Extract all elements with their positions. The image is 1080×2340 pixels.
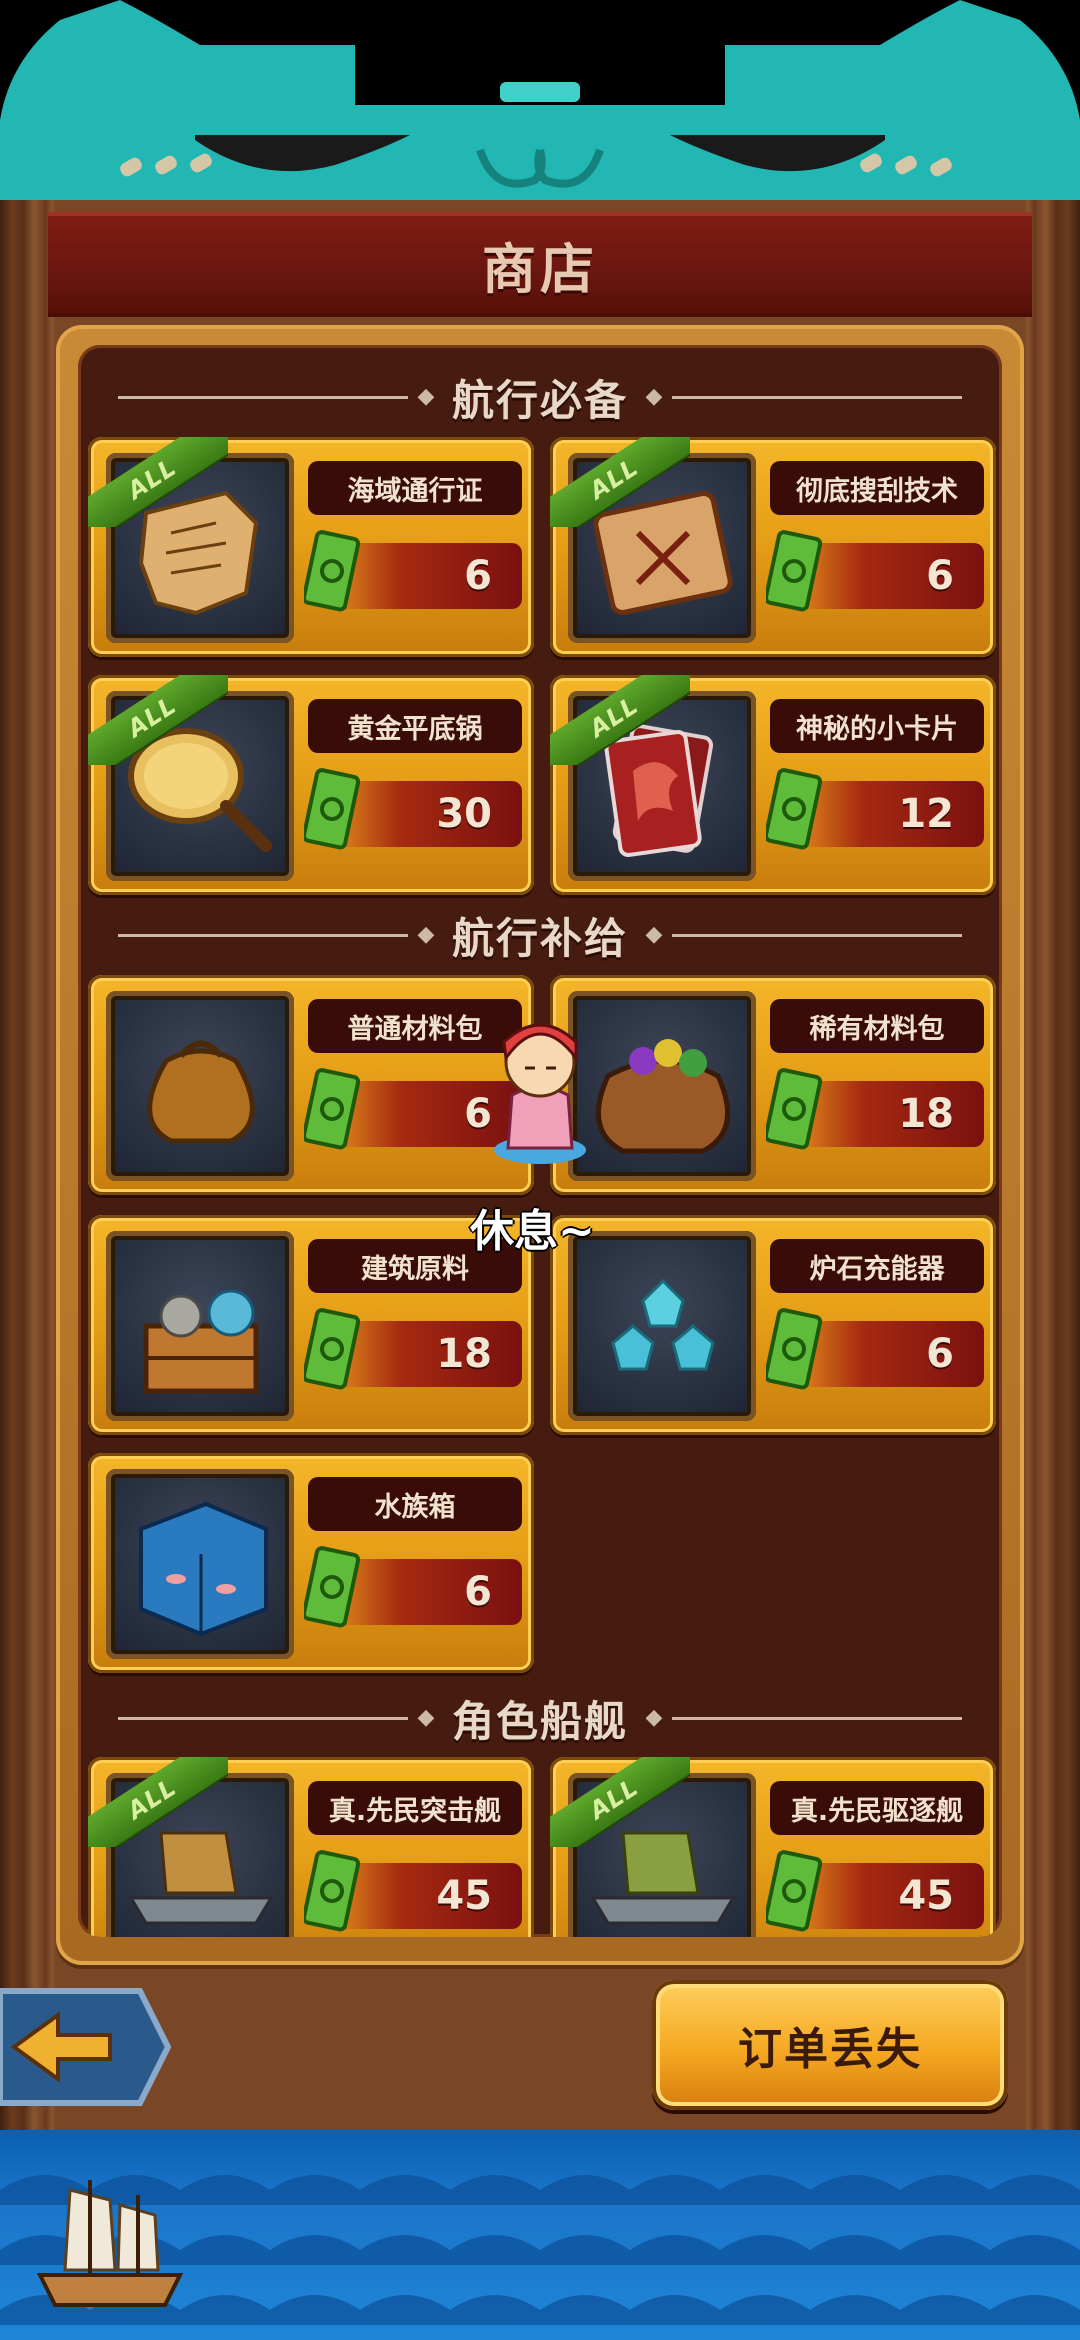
rare-bag-icon	[595, 1039, 731, 1154]
section-title: 航行必备	[452, 375, 629, 425]
item-price: 12	[898, 791, 954, 837]
item-name: 普通材料包	[347, 1013, 483, 1045]
all-badge: ALL	[550, 437, 690, 527]
shop-item-card[interactable]: ALL 真.先民突击舰 45	[88, 1757, 534, 1937]
item-icon-frame	[106, 991, 294, 1181]
resting-character[interactable]	[490, 1000, 590, 1170]
item-name: 海域通行证	[347, 475, 483, 507]
cash-icon	[766, 768, 822, 850]
cash-icon	[304, 1068, 360, 1150]
cash-icon	[304, 530, 360, 612]
price-bar: 6	[334, 543, 522, 609]
cash-icon	[304, 1308, 360, 1390]
shop-item-card[interactable]: ALL 神秘的小卡片 12	[550, 675, 996, 895]
crystal-charger-icon	[611, 1278, 715, 1371]
cat-header	[0, 0, 1080, 215]
item-price: 6	[464, 553, 492, 599]
shop-item-card[interactable]: 普通材料包 6	[88, 975, 534, 1195]
item-name-plate: 海域通行证	[308, 461, 522, 515]
arrow-left-icon	[0, 1988, 172, 2106]
item-name: 真.先民突击舰	[328, 1795, 502, 1827]
cash-icon	[304, 768, 360, 850]
item-price: 6	[926, 553, 954, 599]
item-name-plate: 真.先民突击舰	[308, 1781, 522, 1835]
item-price: 6	[926, 1331, 954, 1377]
price-bar: 18	[796, 1081, 984, 1147]
item-name: 真.先民驱逐舰	[790, 1795, 964, 1827]
cash-icon	[766, 530, 822, 612]
item-price: 18	[436, 1331, 492, 1377]
cash-icon	[304, 1850, 360, 1932]
all-badge: ALL	[550, 675, 690, 765]
item-price: 30	[436, 791, 492, 837]
item-name: 水族箱	[374, 1491, 456, 1523]
item-name: 建筑原料	[361, 1253, 469, 1285]
cash-icon	[766, 1308, 822, 1390]
shop-title-banner: 商店	[48, 212, 1032, 317]
item-price: 45	[898, 1873, 954, 1919]
aquarium-icon	[139, 1501, 268, 1637]
section-title: 航行补给	[452, 913, 629, 963]
item-name: 黄金平底锅	[347, 713, 483, 745]
sea-footer	[0, 2130, 1080, 2340]
page-title: 商店	[482, 238, 598, 301]
item-name-plate: 水族箱	[308, 1477, 522, 1531]
item-price: 45	[436, 1873, 492, 1919]
item-name-plate: 彻底搜刮技术	[770, 461, 984, 515]
item-price: 18	[898, 1091, 954, 1137]
npc-status-text: 休息~	[470, 1206, 595, 1257]
order-lost-label: 订单丢失	[738, 2024, 922, 2075]
section-header-supplies: ◆ 航行补给 ◆	[118, 905, 963, 965]
section-header-ships: ◆ 角色船舰 ◆	[118, 1688, 963, 1748]
item-name: 炉石充能器	[809, 1253, 945, 1285]
section-title: 角色船舰	[452, 1696, 629, 1746]
price-bar: 6	[796, 543, 984, 609]
all-badge: ALL	[88, 675, 228, 765]
shop-item-card[interactable]: 水族箱 6	[88, 1453, 534, 1673]
item-name: 神秘的小卡片	[796, 713, 958, 745]
price-bar: 45	[796, 1863, 984, 1929]
price-bar: 12	[796, 781, 984, 847]
shop-item-card[interactable]: ALL 黄金平底锅 30	[88, 675, 534, 895]
item-price: 6	[464, 1569, 492, 1615]
shop-item-card[interactable]: ALL 彻底搜刮技术 6	[550, 437, 996, 657]
item-name-plate: 黄金平底锅	[308, 699, 522, 753]
price-bar: 30	[334, 781, 522, 847]
all-badge: ALL	[88, 437, 228, 527]
item-icon-frame	[568, 1231, 756, 1421]
item-name-plate: 稀有材料包	[770, 999, 984, 1053]
order-lost-button[interactable]: 订单丢失	[652, 1980, 1008, 2110]
all-badge: ALL	[88, 1757, 228, 1847]
item-name: 彻底搜刮技术	[796, 475, 958, 507]
item-name: 稀有材料包	[809, 1013, 945, 1045]
shop-item-card[interactable]: ALL 真.先民驱逐舰 45	[550, 1757, 996, 1937]
price-bar: 45	[334, 1863, 522, 1929]
price-bar: 6	[796, 1321, 984, 1387]
back-button[interactable]	[0, 1985, 172, 2109]
shop-item-card[interactable]: 建筑原料 18	[88, 1215, 534, 1435]
shop-item-card[interactable]: 稀有材料包 18	[550, 975, 996, 1195]
price-bar: 18	[334, 1321, 522, 1387]
item-name-plate: 神秘的小卡片	[770, 699, 984, 753]
section-header-essentials: ◆ 航行必备 ◆	[118, 367, 963, 427]
item-name-plate: 炉石充能器	[770, 1239, 984, 1293]
building-crate-icon	[143, 1289, 259, 1394]
item-price: 6	[464, 1091, 492, 1137]
shop-item-card[interactable]: ALL 海域通行证 6	[88, 437, 534, 657]
item-icon-frame	[568, 991, 756, 1181]
cash-icon	[766, 1068, 822, 1150]
cash-icon	[766, 1850, 822, 1932]
item-icon-frame	[106, 1469, 294, 1659]
material-bag-icon	[147, 1040, 255, 1144]
cash-icon	[304, 1546, 360, 1628]
item-name-plate: 真.先民驱逐舰	[770, 1781, 984, 1835]
price-bar: 6	[334, 1559, 522, 1625]
all-badge: ALL	[550, 1757, 690, 1847]
item-icon-frame	[106, 1231, 294, 1421]
